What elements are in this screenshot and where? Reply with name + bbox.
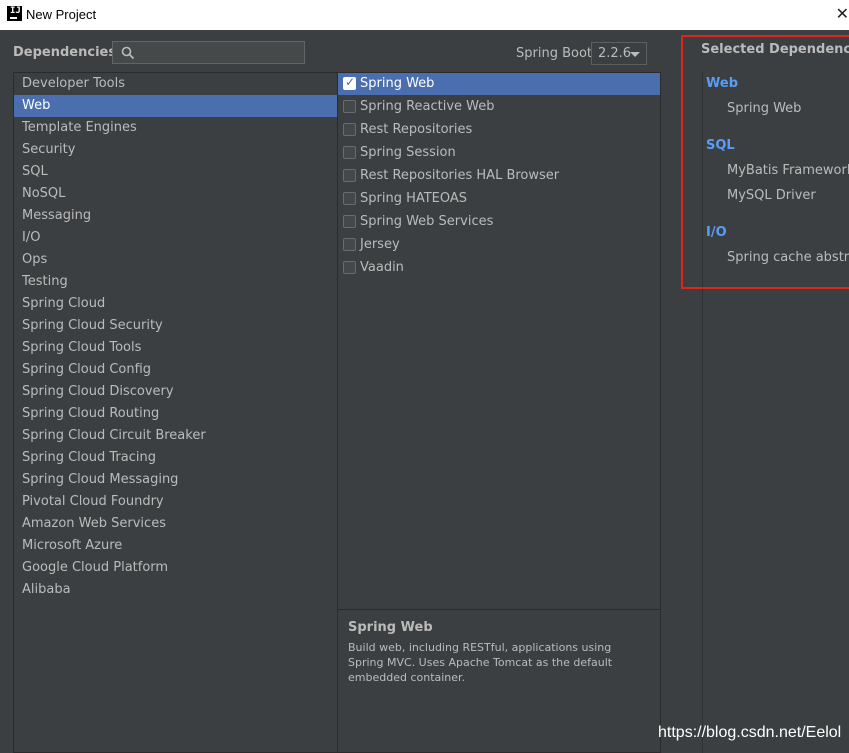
dependency-item[interactable]: Spring Web Services <box>338 211 660 233</box>
dependency-item[interactable]: ✓ Spring Web <box>338 73 660 95</box>
dependency-label: Rest Repositories <box>360 122 473 137</box>
category-item[interactable]: Spring Cloud Tools <box>14 337 337 359</box>
title-bar: IJ New Project ✕ <box>0 0 849 30</box>
category-item[interactable]: Spring Cloud Circuit Breaker <box>14 425 337 447</box>
category-item[interactable]: Spring Cloud Routing <box>14 403 337 425</box>
selected-group-heading: I/O <box>706 225 727 240</box>
search-input[interactable] <box>141 44 305 63</box>
category-item[interactable]: Spring Cloud Security <box>14 315 337 337</box>
category-item[interactable]: Pivotal Cloud Foundry <box>14 491 337 513</box>
category-item[interactable]: Messaging <box>14 205 337 227</box>
dependency-label: Jersey <box>360 237 400 252</box>
dependency-label: Spring Web Services <box>360 214 494 229</box>
selected-dependency-item[interactable]: Spring cache abstrac <box>727 250 849 265</box>
checkbox[interactable] <box>343 146 356 159</box>
dependency-item[interactable]: Jersey <box>338 234 660 256</box>
category-item[interactable]: Spring Cloud <box>14 293 337 315</box>
category-item[interactable]: Ops <box>14 249 337 271</box>
selected-dependencies-title: Selected Dependencies <box>701 42 849 57</box>
selected-dependency-item[interactable]: MySQL Driver <box>727 188 816 203</box>
search-field[interactable] <box>112 41 305 64</box>
dependency-item[interactable]: Spring Reactive Web <box>338 96 660 118</box>
spring-boot-label: Spring Boot <box>516 46 593 61</box>
checkbox[interactable] <box>343 215 356 228</box>
watermark: https://blog.csdn.net/Eelol <box>658 724 842 741</box>
category-item[interactable]: Security <box>14 139 337 161</box>
dependency-label: Spring Web <box>360 76 435 91</box>
spring-boot-version-select[interactable]: 2.2.6 <box>591 42 647 65</box>
selected-dependency-item[interactable]: Spring Web <box>727 101 801 116</box>
category-item[interactable]: Developer Tools <box>14 73 337 95</box>
description-text: Build web, including RESTful, applicatio… <box>348 641 613 684</box>
checkbox[interactable] <box>343 100 356 113</box>
checkbox[interactable] <box>343 261 356 274</box>
close-icon[interactable]: ✕ <box>836 4 849 23</box>
dependency-label: Rest Repositories HAL Browser <box>360 168 560 183</box>
category-list: Developer Tools Web Template Engines Securi… <box>13 72 337 753</box>
dependency-label: Vaadin <box>360 260 404 275</box>
dependency-label: Spring HATEOAS <box>360 191 468 206</box>
selected-group-heading: SQL <box>706 138 735 153</box>
search-icon <box>121 46 135 60</box>
dependency-item[interactable]: Rest Repositories HAL Browser <box>338 165 660 187</box>
dependency-item[interactable]: Vaadin <box>338 257 660 279</box>
description-panel: Spring Web Build web, including RESTful,… <box>337 609 661 753</box>
dependency-label: Spring Session <box>360 145 456 160</box>
checkbox[interactable] <box>343 192 356 205</box>
dependency-list: ✓ Spring Web Spring Reactive Web Rest Repos… <box>337 72 661 610</box>
category-item[interactable]: SQL <box>14 161 337 183</box>
chevron-down-icon <box>630 52 640 57</box>
check-icon: ✓ <box>345 75 356 89</box>
category-item[interactable]: Microsoft Azure <box>14 535 337 557</box>
checkbox[interactable] <box>343 169 356 182</box>
spring-boot-version-value: 2.2.6 <box>598 46 632 61</box>
selected-dependency-item[interactable]: MyBatis Framework <box>727 163 849 178</box>
intellij-logo-icon: IJ <box>7 6 22 21</box>
description-title: Spring Web <box>348 620 433 635</box>
category-item[interactable]: NoSQL <box>14 183 337 205</box>
dependency-label: Spring Reactive Web <box>360 99 495 114</box>
selected-group-heading: Web <box>706 76 738 91</box>
category-item[interactable]: Alibaba <box>14 579 337 601</box>
checkbox[interactable]: ✓ <box>343 75 356 90</box>
category-item[interactable]: Spring Cloud Config <box>14 359 337 381</box>
category-item[interactable]: Spring Cloud Messaging <box>14 469 337 491</box>
category-item[interactable]: Amazon Web Services <box>14 513 337 535</box>
window-title: New Project <box>26 7 97 22</box>
category-item[interactable]: I/O <box>14 227 337 249</box>
dependency-item[interactable]: Spring HATEOAS <box>338 188 660 210</box>
category-item[interactable]: Testing <box>14 271 337 293</box>
dependency-item[interactable]: Spring Session <box>338 142 660 164</box>
category-item[interactable]: Spring Cloud Tracing <box>14 447 337 469</box>
category-item[interactable]: Google Cloud Platform <box>14 557 337 579</box>
category-item[interactable]: Template Engines <box>14 117 337 139</box>
category-item[interactable]: Spring Cloud Discovery <box>14 381 337 403</box>
dependencies-label: Dependencies <box>13 45 117 60</box>
dependency-item[interactable]: Rest Repositories <box>338 119 660 141</box>
checkbox[interactable] <box>343 123 356 136</box>
category-item[interactable]: Web <box>14 95 337 117</box>
checkbox[interactable] <box>343 238 356 251</box>
